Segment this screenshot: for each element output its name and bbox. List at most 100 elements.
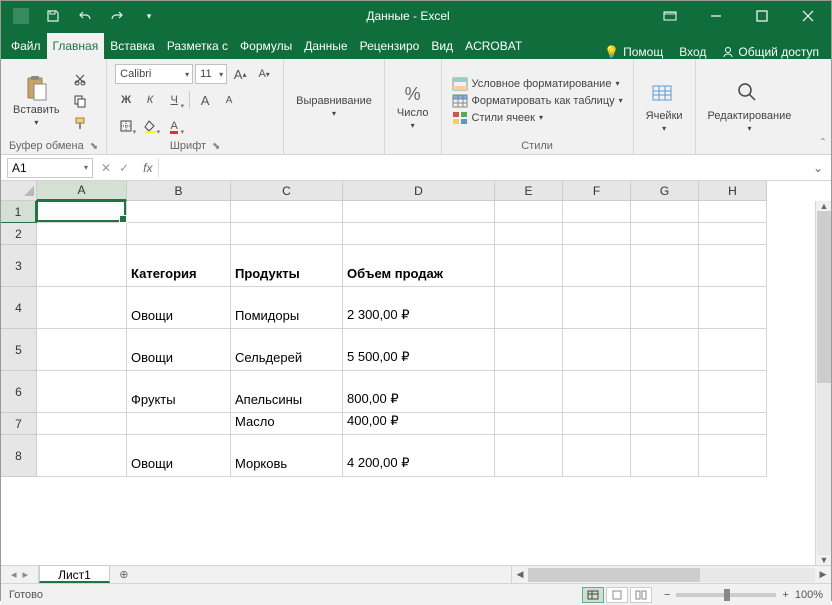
tab-layout[interactable]: Разметка с [161,33,234,59]
row-header[interactable]: 5 [1,329,37,371]
cell[interactable] [37,201,127,223]
vscroll-thumb[interactable] [817,211,831,383]
horizontal-scrollbar[interactable]: ◀ ▶ [511,566,831,583]
cell[interactable]: Продукты [231,245,343,287]
cell[interactable] [127,201,231,223]
column-header[interactable]: D [343,181,495,201]
cell[interactable] [563,371,631,413]
cell[interactable] [495,223,563,245]
maximize-icon[interactable] [739,1,785,31]
font-dialog-launcher[interactable]: ⬊ [212,141,220,152]
row-header[interactable]: 7 [1,413,37,435]
format-as-table-button[interactable]: Форматировать как таблицу▾ [450,93,625,109]
formula-input[interactable] [158,158,804,178]
cell[interactable]: Овощи [127,329,231,371]
tab-home[interactable]: Главная [47,33,105,59]
fill-color-icon[interactable] [139,115,161,137]
cell[interactable] [563,245,631,287]
cell[interactable] [563,223,631,245]
tell-me[interactable]: 💡Помощ [598,45,669,59]
signin-link[interactable]: Вход [673,45,712,59]
cell[interactable] [631,201,699,223]
cell[interactable] [631,245,699,287]
cell[interactable] [699,223,767,245]
cell[interactable]: Фрукты [127,371,231,413]
tab-data[interactable]: Данные [298,33,353,59]
cell[interactable] [127,413,231,435]
increase-font-icon[interactable]: A▴ [229,63,251,85]
font-size-combo[interactable]: 11 [195,64,227,84]
cell[interactable] [631,223,699,245]
italic-button[interactable]: К [139,89,161,111]
conditional-formatting-button[interactable]: Условное форматирование▾ [450,76,625,92]
select-all-corner[interactable] [1,181,37,201]
decrease-font-icon-2[interactable]: A [218,89,240,111]
cell[interactable]: Сельдерей [231,329,343,371]
zoom-control[interactable]: − + 100% [664,589,823,601]
number-button[interactable]: %Число▾ [393,82,433,132]
scroll-left-icon[interactable]: ◀ [512,569,528,580]
cell[interactable]: Овощи [127,435,231,477]
redo-icon[interactable] [107,6,127,26]
cell[interactable] [495,201,563,223]
row-header[interactable]: 4 [1,287,37,329]
borders-icon[interactable] [115,115,137,137]
column-header[interactable]: H [699,181,767,201]
font-name-combo[interactable]: Calibri [115,64,193,84]
cell[interactable] [631,329,699,371]
close-icon[interactable] [785,1,831,31]
underline-button[interactable]: Ч [163,89,185,111]
column-header[interactable]: C [231,181,343,201]
cell[interactable] [343,223,495,245]
font-color-icon[interactable]: A [163,115,185,137]
cell[interactable]: Морковь [231,435,343,477]
cell-styles-button[interactable]: Стили ячеек▾ [450,110,625,126]
cells-button[interactable]: Ячейки▾ [642,78,687,135]
row-header[interactable]: 3 [1,245,37,287]
cell[interactable]: Масло [231,413,343,435]
cell[interactable] [631,435,699,477]
cell[interactable] [37,245,127,287]
zoom-level[interactable]: 100% [795,589,823,601]
column-header[interactable]: B [127,181,231,201]
normal-view-icon[interactable] [582,587,604,603]
undo-icon[interactable] [75,6,95,26]
cell[interactable] [699,413,767,435]
name-box[interactable]: A1 [7,158,93,178]
column-header[interactable]: A [37,181,127,201]
cell[interactable] [699,201,767,223]
cell[interactable]: Апельсины [231,371,343,413]
cell[interactable]: Помидоры [231,287,343,329]
cell[interactable] [495,435,563,477]
cell[interactable] [699,435,767,477]
cancel-formula-icon[interactable]: ✕ [101,161,111,175]
clipboard-dialog-launcher[interactable]: ⬊ [90,141,98,152]
tab-review[interactable]: Рецензиро [354,33,426,59]
row-header[interactable]: 6 [1,371,37,413]
share-button[interactable]: Общий доступ [716,45,825,59]
cell[interactable] [699,245,767,287]
vertical-scrollbar[interactable]: ▲ ▼ [815,201,831,565]
cell[interactable]: 400,00 ₽ [343,413,495,435]
cell[interactable] [37,223,127,245]
scroll-down-icon[interactable]: ▼ [816,555,832,565]
tab-insert[interactable]: Вставка [104,33,161,59]
cell[interactable] [699,371,767,413]
expand-formula-bar-icon[interactable]: ⌄ [805,161,831,175]
hscroll-thumb[interactable] [528,568,700,582]
scroll-right-icon[interactable]: ▶ [815,569,831,580]
page-layout-view-icon[interactable] [606,587,628,603]
cell[interactable] [699,329,767,371]
cell[interactable] [631,413,699,435]
paste-button[interactable]: Вставить ▾ [9,72,64,129]
cell[interactable] [495,287,563,329]
editing-button[interactable]: Редактирование▾ [704,78,796,135]
bold-button[interactable]: Ж [115,89,137,111]
tab-view[interactable]: Вид [425,33,459,59]
collapse-ribbon-icon[interactable]: ˆ [821,136,825,150]
cell[interactable]: 4 200,00 ₽ [343,435,495,477]
format-painter-icon[interactable] [70,114,90,132]
column-header[interactable]: F [563,181,631,201]
zoom-slider[interactable] [676,593,776,597]
zoom-in-icon[interactable]: + [782,589,788,601]
